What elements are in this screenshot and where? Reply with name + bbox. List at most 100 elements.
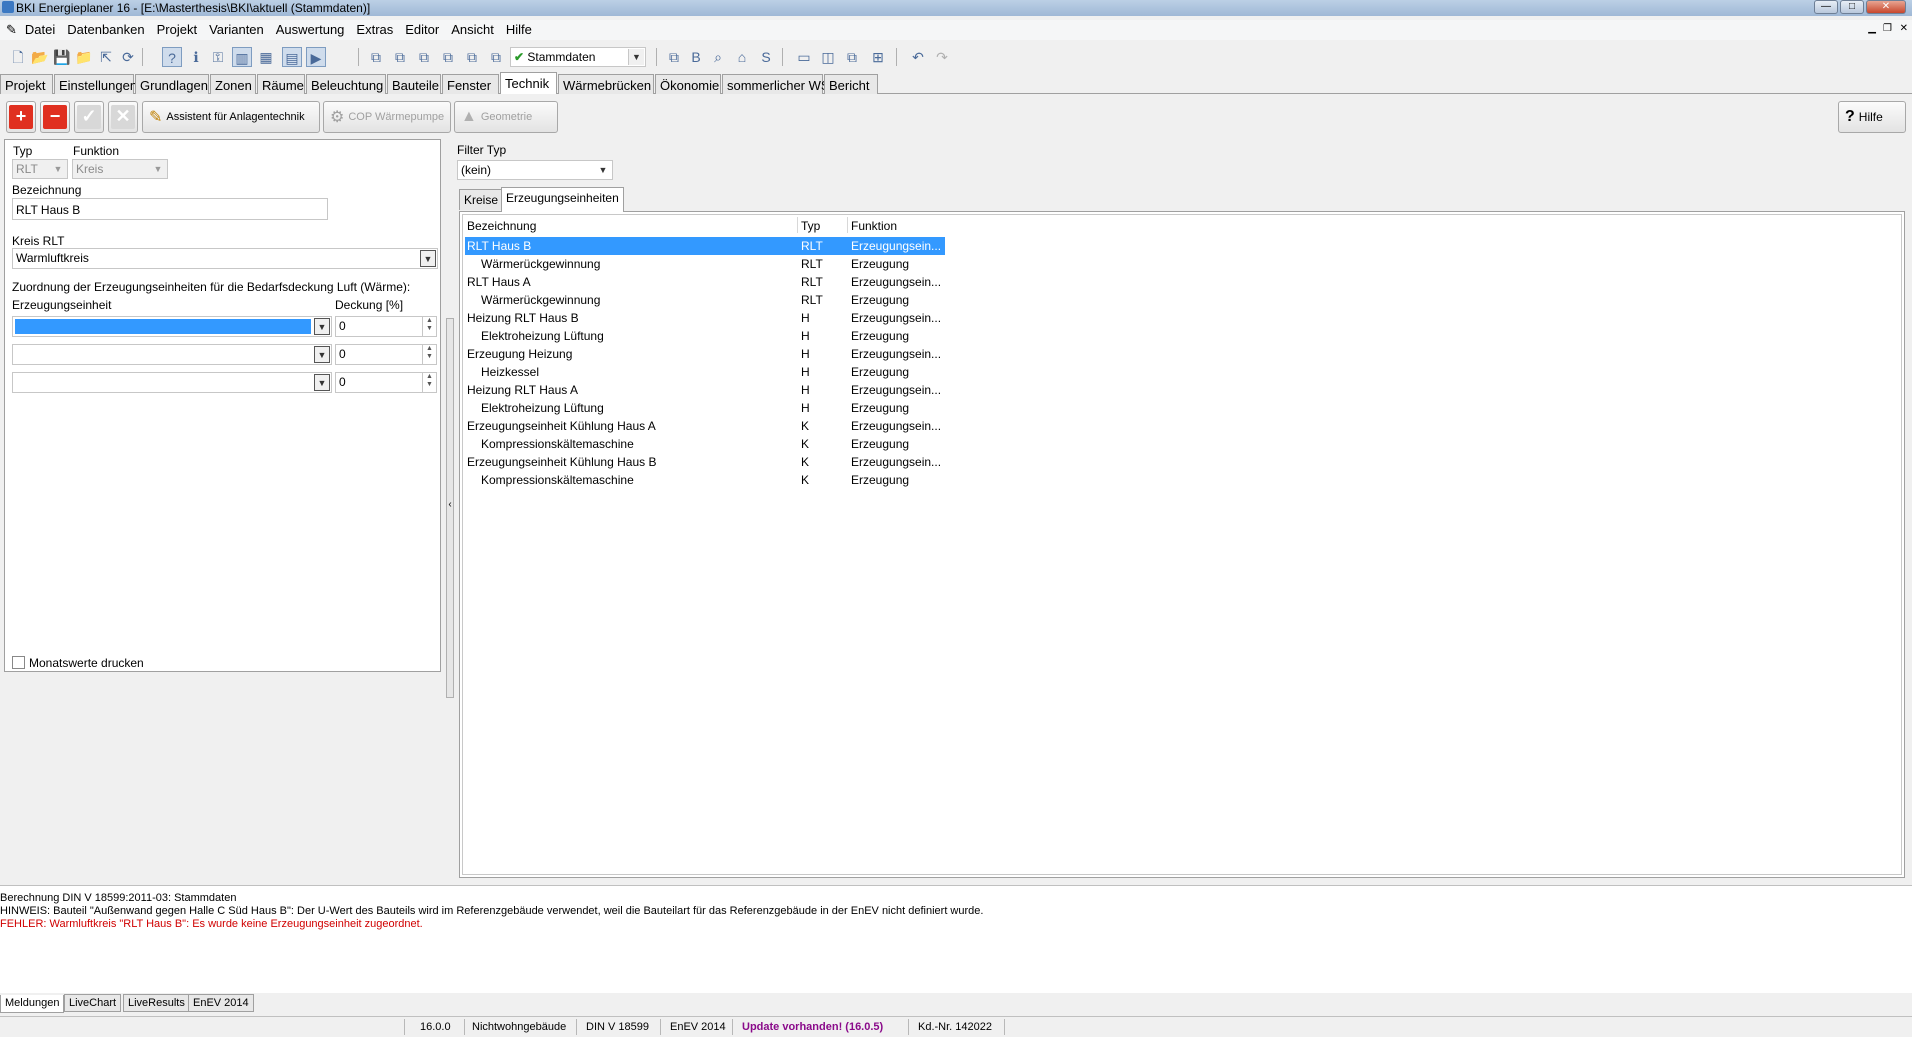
layout-3-icon[interactable]: ⧉ bbox=[842, 47, 862, 67]
help-circle-icon[interactable]: ? bbox=[162, 47, 182, 67]
subtab-kreise[interactable]: Kreise bbox=[459, 189, 504, 210]
filter-select[interactable]: (kein) ▼ bbox=[457, 160, 613, 180]
minimize-icon[interactable]: — bbox=[1814, 0, 1838, 14]
menu-item-2[interactable]: Projekt bbox=[151, 20, 203, 39]
mdi-minimize-icon[interactable]: ▁ bbox=[1868, 23, 1876, 34]
variant-2-icon[interactable]: ⧉ bbox=[390, 47, 410, 67]
table-row[interactable]: Elektroheizung Lüftung H Erzeugung bbox=[465, 327, 945, 345]
table-row[interactable]: Elektroheizung Lüftung H Erzeugung bbox=[465, 399, 945, 417]
bottom-tab-livechart[interactable]: LiveChart bbox=[64, 994, 122, 1012]
menu-app-icon[interactable]: ✎ bbox=[0, 20, 19, 40]
subtab-erzeugungseinheiten[interactable]: Erzeugungseinheiten bbox=[501, 187, 624, 212]
menu-item-3[interactable]: Varianten bbox=[203, 20, 270, 39]
tab-1[interactable]: Einstellungen bbox=[54, 74, 137, 94]
tab-9[interactable]: Wärmebrücken bbox=[558, 74, 654, 94]
assistant-button[interactable]: ✎ Assistent für Anlagentechnik bbox=[142, 101, 320, 133]
spinner-icon[interactable]: ▲ ▼ bbox=[422, 317, 436, 336]
bezeichnung-input[interactable]: RLT Haus B bbox=[12, 198, 328, 220]
layout-1-icon[interactable]: ▭ bbox=[794, 47, 814, 67]
table-row[interactable]: Kompressionskältemaschine K Erzeugung bbox=[465, 471, 945, 489]
menu-item-0[interactable]: Datei bbox=[19, 20, 61, 39]
variant-select[interactable]: ✔ Stammdaten ▼ bbox=[510, 47, 646, 67]
deckung-input-2[interactable]: 0 ▲ ▼ bbox=[335, 344, 437, 365]
variant-3-icon[interactable]: ⧉ bbox=[414, 47, 434, 67]
s-icon[interactable]: S bbox=[756, 47, 776, 67]
run-icon[interactable]: ▶ bbox=[306, 47, 326, 67]
bottom-tab-meldungen[interactable]: Meldungen bbox=[0, 995, 65, 1013]
tab-12[interactable]: Bericht bbox=[824, 74, 878, 94]
variant-lock-icon[interactable]: ⧉ bbox=[486, 47, 506, 67]
house-icon[interactable]: ⌂ bbox=[732, 47, 752, 67]
tab-11[interactable]: sommerlicher WS bbox=[722, 74, 830, 94]
funktion-select[interactable]: Kreis ▼ bbox=[72, 159, 168, 179]
menu-item-6[interactable]: Editor bbox=[399, 20, 445, 39]
bottom-tab-enev[interactable]: EnEV 2014 bbox=[188, 994, 254, 1012]
refresh-icon[interactable]: ⟳ bbox=[118, 47, 138, 67]
new-file-icon[interactable]: 🗋 bbox=[8, 47, 28, 67]
table-row[interactable]: Heizung RLT Haus B H Erzeugungsein... bbox=[465, 309, 945, 327]
view-icon[interactable]: ▤ bbox=[282, 47, 302, 67]
splitter-handle[interactable]: ‹ bbox=[446, 318, 454, 698]
table-row[interactable]: Erzeugungseinheit Kühlung Haus B K Erzeugu… bbox=[465, 453, 945, 471]
table-row[interactable]: RLT Haus B RLT Erzeugungsein... bbox=[465, 237, 945, 255]
geometry-button[interactable]: ▲ Geometrie bbox=[454, 101, 558, 133]
variant-4-icon[interactable]: ⧉ bbox=[438, 47, 458, 67]
confirm-button[interactable]: ✓ bbox=[74, 101, 104, 133]
cancel-button[interactable]: ✕ bbox=[108, 101, 138, 133]
menu-item-1[interactable]: Datenbanken bbox=[61, 20, 150, 39]
menu-item-7[interactable]: Ansicht bbox=[445, 20, 500, 39]
tab-0[interactable]: Projekt bbox=[0, 74, 53, 94]
unit-select-1[interactable]: ▼ bbox=[12, 316, 332, 337]
table-row[interactable]: Wärmerückgewinnung RLT Erzeugung bbox=[465, 291, 945, 309]
table-row[interactable]: RLT Haus A RLT Erzeugungsein... bbox=[465, 273, 945, 291]
mdi-close-icon[interactable]: ✕ bbox=[1900, 23, 1908, 34]
table-row[interactable]: Wärmerückgewinnung RLT Erzeugung bbox=[465, 255, 945, 273]
copy-icon[interactable]: ⧉ bbox=[664, 47, 684, 67]
tab-5[interactable]: Beleuchtung bbox=[306, 74, 386, 94]
search-doc-icon[interactable]: ⌕ bbox=[708, 47, 728, 67]
tab-4[interactable]: Räume bbox=[257, 74, 305, 94]
tab-10[interactable]: Ökonomie bbox=[655, 74, 721, 94]
chart-icon[interactable]: ▥ bbox=[232, 47, 252, 67]
column-header-typ[interactable]: Typ bbox=[801, 219, 820, 233]
table-row[interactable]: Kompressionskältemaschine K Erzeugung bbox=[465, 435, 945, 453]
menu-item-8[interactable]: Hilfe bbox=[500, 20, 538, 39]
deckung-input-3[interactable]: 0 ▲ ▼ bbox=[335, 372, 437, 393]
grid-icon[interactable]: ⊞ bbox=[868, 47, 888, 67]
save-icon[interactable]: 💾 bbox=[52, 47, 72, 67]
monats-checkbox[interactable] bbox=[12, 656, 25, 669]
variant-delete-icon[interactable]: ⧉ bbox=[462, 47, 482, 67]
variant-1-icon[interactable]: ⧉ bbox=[366, 47, 386, 67]
typ-select[interactable]: RLT ▼ bbox=[12, 159, 68, 179]
table-icon[interactable]: ▦ bbox=[256, 47, 276, 67]
undo-icon[interactable]: ↶ bbox=[908, 47, 928, 67]
layout-2-icon[interactable]: ◫ bbox=[818, 47, 838, 67]
tab-7[interactable]: Fenster bbox=[442, 74, 499, 94]
cop-button[interactable]: ⚙ COP Wärmepumpe bbox=[323, 101, 451, 133]
table-row[interactable]: Heizkessel H Erzeugung bbox=[465, 363, 945, 381]
help-button[interactable]: ? Hilfe bbox=[1838, 101, 1906, 133]
column-header-funktion[interactable]: Funktion bbox=[851, 219, 897, 233]
import-icon[interactable]: ⇱ bbox=[96, 47, 116, 67]
tab-3[interactable]: Zonen bbox=[210, 74, 256, 94]
b-icon[interactable]: B bbox=[686, 47, 706, 67]
tab-8[interactable]: Technik bbox=[500, 72, 557, 94]
table-row[interactable]: Erzeugung Heizung H Erzeugungsein... bbox=[465, 345, 945, 363]
unit-select-3[interactable]: ▼ bbox=[12, 372, 332, 393]
spinner-icon[interactable]: ▲ ▼ bbox=[422, 345, 436, 364]
tab-2[interactable]: Grundlagen bbox=[135, 74, 209, 94]
folder-export-icon[interactable]: 📁 bbox=[74, 47, 94, 67]
unit-select-2[interactable]: ▼ bbox=[12, 344, 332, 365]
info-icon[interactable]: ℹ bbox=[186, 47, 206, 67]
open-folder-icon[interactable]: 📂 bbox=[30, 47, 50, 67]
table-row[interactable]: Erzeugungseinheit Kühlung Haus A K Erzeugu… bbox=[465, 417, 945, 435]
spinner-icon[interactable]: ▲ ▼ bbox=[422, 373, 436, 392]
key-icon[interactable]: ⚿ bbox=[208, 47, 228, 67]
kreis-select[interactable]: Warmluftkreis ▼ bbox=[12, 248, 438, 269]
status-update[interactable]: Update vorhanden! (16.0.5) bbox=[742, 1021, 883, 1033]
bottom-tab-liveresults[interactable]: LiveResults bbox=[123, 994, 190, 1012]
close-icon[interactable]: ✕ bbox=[1866, 0, 1906, 14]
tab-6[interactable]: Bauteile bbox=[387, 74, 441, 94]
menu-item-5[interactable]: Extras bbox=[350, 20, 399, 39]
menu-item-4[interactable]: Auswertung bbox=[270, 20, 351, 39]
